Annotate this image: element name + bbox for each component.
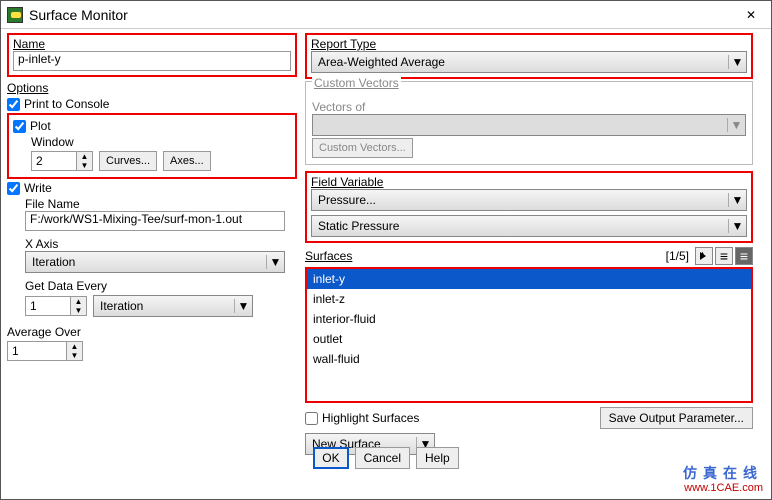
window-spinner[interactable]: 2 ▲▼ bbox=[31, 151, 93, 171]
write-checkbox[interactable] bbox=[7, 182, 20, 195]
getdata-unit-dropdown[interactable]: Iteration ▼ bbox=[93, 295, 253, 317]
vectors-of-dropdown: ▼ bbox=[312, 114, 746, 136]
custom-vectors-label: Custom Vectors bbox=[312, 76, 401, 90]
highlight-label: Highlight Surfaces bbox=[322, 411, 419, 425]
report-type-dropdown[interactable]: Area-Weighted Average ▼ bbox=[311, 51, 747, 73]
close-button[interactable] bbox=[737, 5, 765, 25]
save-output-button[interactable]: Save Output Parameter... bbox=[600, 407, 753, 429]
getdata-value[interactable]: 1 bbox=[25, 296, 71, 316]
custom-vectors-group: Custom Vectors Vectors of ▼ Custom Vecto… bbox=[305, 81, 753, 165]
list-item[interactable]: wall-fluid bbox=[307, 349, 751, 369]
window-label: Window bbox=[31, 135, 291, 149]
xaxis-label: X Axis bbox=[25, 237, 297, 251]
watermark-url: www.1CAE.com bbox=[683, 482, 763, 495]
spin-up-icon[interactable]: ▲ bbox=[77, 152, 92, 161]
field-var-b-dropdown[interactable]: Static Pressure ▼ bbox=[311, 215, 747, 237]
report-type-label: Report Type bbox=[311, 37, 747, 51]
surfaces-label: Surfaces bbox=[305, 249, 352, 263]
ok-button[interactable]: OK bbox=[313, 447, 348, 469]
window-title: Surface Monitor bbox=[29, 7, 128, 23]
name-group: Name p-inlet-y bbox=[7, 33, 297, 77]
watermark: 仿真在线 www.1CAE.com bbox=[683, 465, 763, 495]
dropdown-arrow-icon: ▼ bbox=[727, 118, 745, 132]
vectors-of-label: Vectors of bbox=[312, 100, 746, 114]
spin-down-icon[interactable]: ▼ bbox=[77, 161, 92, 170]
field-variable-label: Field Variable bbox=[311, 175, 747, 189]
name-label: Name bbox=[13, 37, 291, 51]
highlight-checkbox[interactable] bbox=[305, 412, 318, 425]
list-item[interactable]: interior-fluid bbox=[307, 309, 751, 329]
getdata-label: Get Data Every bbox=[25, 279, 297, 293]
plot-group: Plot Window 2 ▲▼ Curves... Axes... bbox=[7, 113, 297, 179]
highlight-check[interactable]: Highlight Surfaces bbox=[305, 411, 419, 425]
spin-down-icon[interactable]: ▼ bbox=[67, 351, 82, 360]
dropdown-arrow-icon: ▼ bbox=[234, 299, 252, 313]
print-label: Print to Console bbox=[24, 97, 109, 111]
spin-up-icon[interactable]: ▲ bbox=[71, 297, 86, 306]
file-name-input[interactable]: F:/work/WS1-Mixing-Tee/surf-mon-1.out bbox=[25, 211, 285, 231]
plot-label: Plot bbox=[30, 119, 51, 133]
surfaces-deselect-all-button[interactable] bbox=[735, 247, 753, 265]
dialog-buttons: OK Cancel Help bbox=[1, 447, 771, 469]
window-value[interactable]: 2 bbox=[31, 151, 77, 171]
plot-checkbox[interactable] bbox=[13, 120, 26, 133]
avg-value[interactable]: 1 bbox=[7, 341, 67, 361]
xaxis-value: Iteration bbox=[26, 255, 266, 269]
spin-up-icon[interactable]: ▲ bbox=[67, 342, 82, 351]
field-var-a-dropdown[interactable]: Pressure... ▼ bbox=[311, 189, 747, 211]
surfaces-filter-button[interactable]: ▲ bbox=[695, 247, 713, 265]
field-var-a: Pressure... bbox=[312, 193, 728, 207]
getdata-unit: Iteration bbox=[94, 299, 234, 313]
dropdown-arrow-icon: ▼ bbox=[728, 219, 746, 233]
print-to-console-check[interactable]: Print to Console bbox=[7, 97, 297, 111]
app-icon bbox=[7, 7, 23, 23]
list-item[interactable]: outlet bbox=[307, 329, 751, 349]
report-type-value: Area-Weighted Average bbox=[312, 55, 728, 69]
getdata-spinner[interactable]: 1 ▲▼ bbox=[25, 296, 87, 316]
report-type-group: Report Type Area-Weighted Average ▼ bbox=[305, 33, 753, 79]
file-name-label: File Name bbox=[25, 197, 297, 211]
field-variable-group: Field Variable Pressure... ▼ Static Pres… bbox=[305, 171, 753, 243]
options-label: Options bbox=[7, 81, 297, 95]
print-checkbox[interactable] bbox=[7, 98, 20, 111]
watermark-text: 仿真在线 bbox=[683, 465, 763, 482]
dropdown-arrow-icon: ▼ bbox=[728, 55, 746, 69]
write-check[interactable]: Write bbox=[7, 181, 297, 195]
spin-down-icon[interactable]: ▼ bbox=[71, 306, 86, 315]
avg-spinner[interactable]: 1 ▲▼ bbox=[7, 341, 297, 361]
xaxis-dropdown[interactable]: Iteration ▼ bbox=[25, 251, 285, 273]
plot-check[interactable]: Plot bbox=[13, 119, 291, 133]
list-item[interactable]: inlet-y bbox=[307, 269, 751, 289]
avg-label: Average Over bbox=[7, 325, 297, 339]
surfaces-listbox[interactable]: inlet-y inlet-z interior-fluid outlet wa… bbox=[305, 267, 753, 403]
help-button[interactable]: Help bbox=[416, 447, 459, 469]
surfaces-select-all-button[interactable] bbox=[715, 247, 733, 265]
list-item[interactable]: inlet-z bbox=[307, 289, 751, 309]
curves-button[interactable]: Curves... bbox=[99, 151, 157, 171]
write-label: Write bbox=[24, 181, 52, 195]
surfaces-count: [1/5] bbox=[666, 249, 689, 263]
field-var-b: Static Pressure bbox=[312, 219, 728, 233]
axes-button[interactable]: Axes... bbox=[163, 151, 211, 171]
titlebar[interactable]: Surface Monitor bbox=[1, 1, 771, 29]
custom-vectors-button: Custom Vectors... bbox=[312, 138, 413, 158]
dropdown-arrow-icon: ▼ bbox=[728, 193, 746, 207]
name-input[interactable]: p-inlet-y bbox=[13, 51, 291, 71]
dropdown-arrow-icon: ▼ bbox=[266, 255, 284, 269]
cancel-button[interactable]: Cancel bbox=[355, 447, 410, 469]
